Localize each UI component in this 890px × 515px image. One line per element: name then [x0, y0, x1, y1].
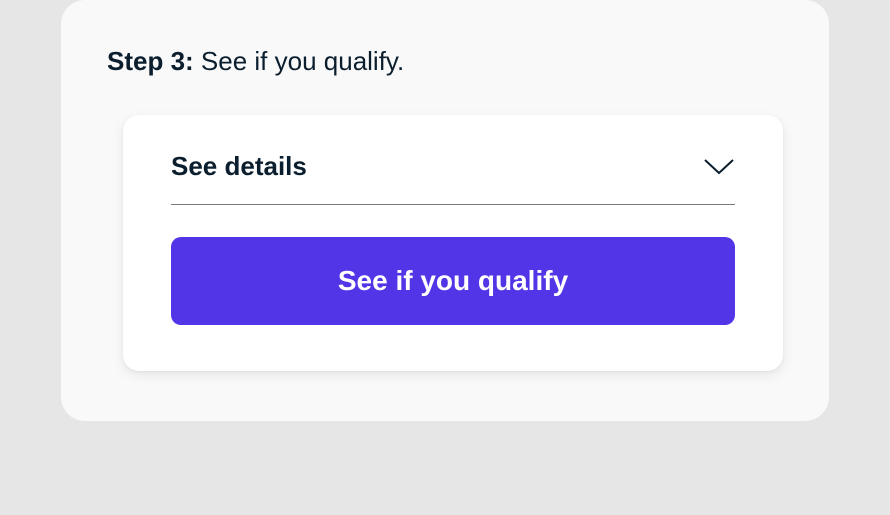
step-card: Step 3: See if you qualify. See details …	[61, 0, 829, 421]
step-number-label: Step 3:	[107, 46, 194, 76]
chevron-down-icon	[703, 158, 735, 176]
step-title: See if you qualify.	[201, 46, 404, 76]
see-details-label: See details	[171, 151, 307, 182]
see-if-you-qualify-button[interactable]: See if you qualify	[171, 237, 735, 325]
see-details-toggle[interactable]: See details	[171, 151, 735, 205]
step-heading: Step 3: See if you qualify.	[107, 46, 783, 77]
qualify-panel: See details See if you qualify	[123, 115, 783, 371]
